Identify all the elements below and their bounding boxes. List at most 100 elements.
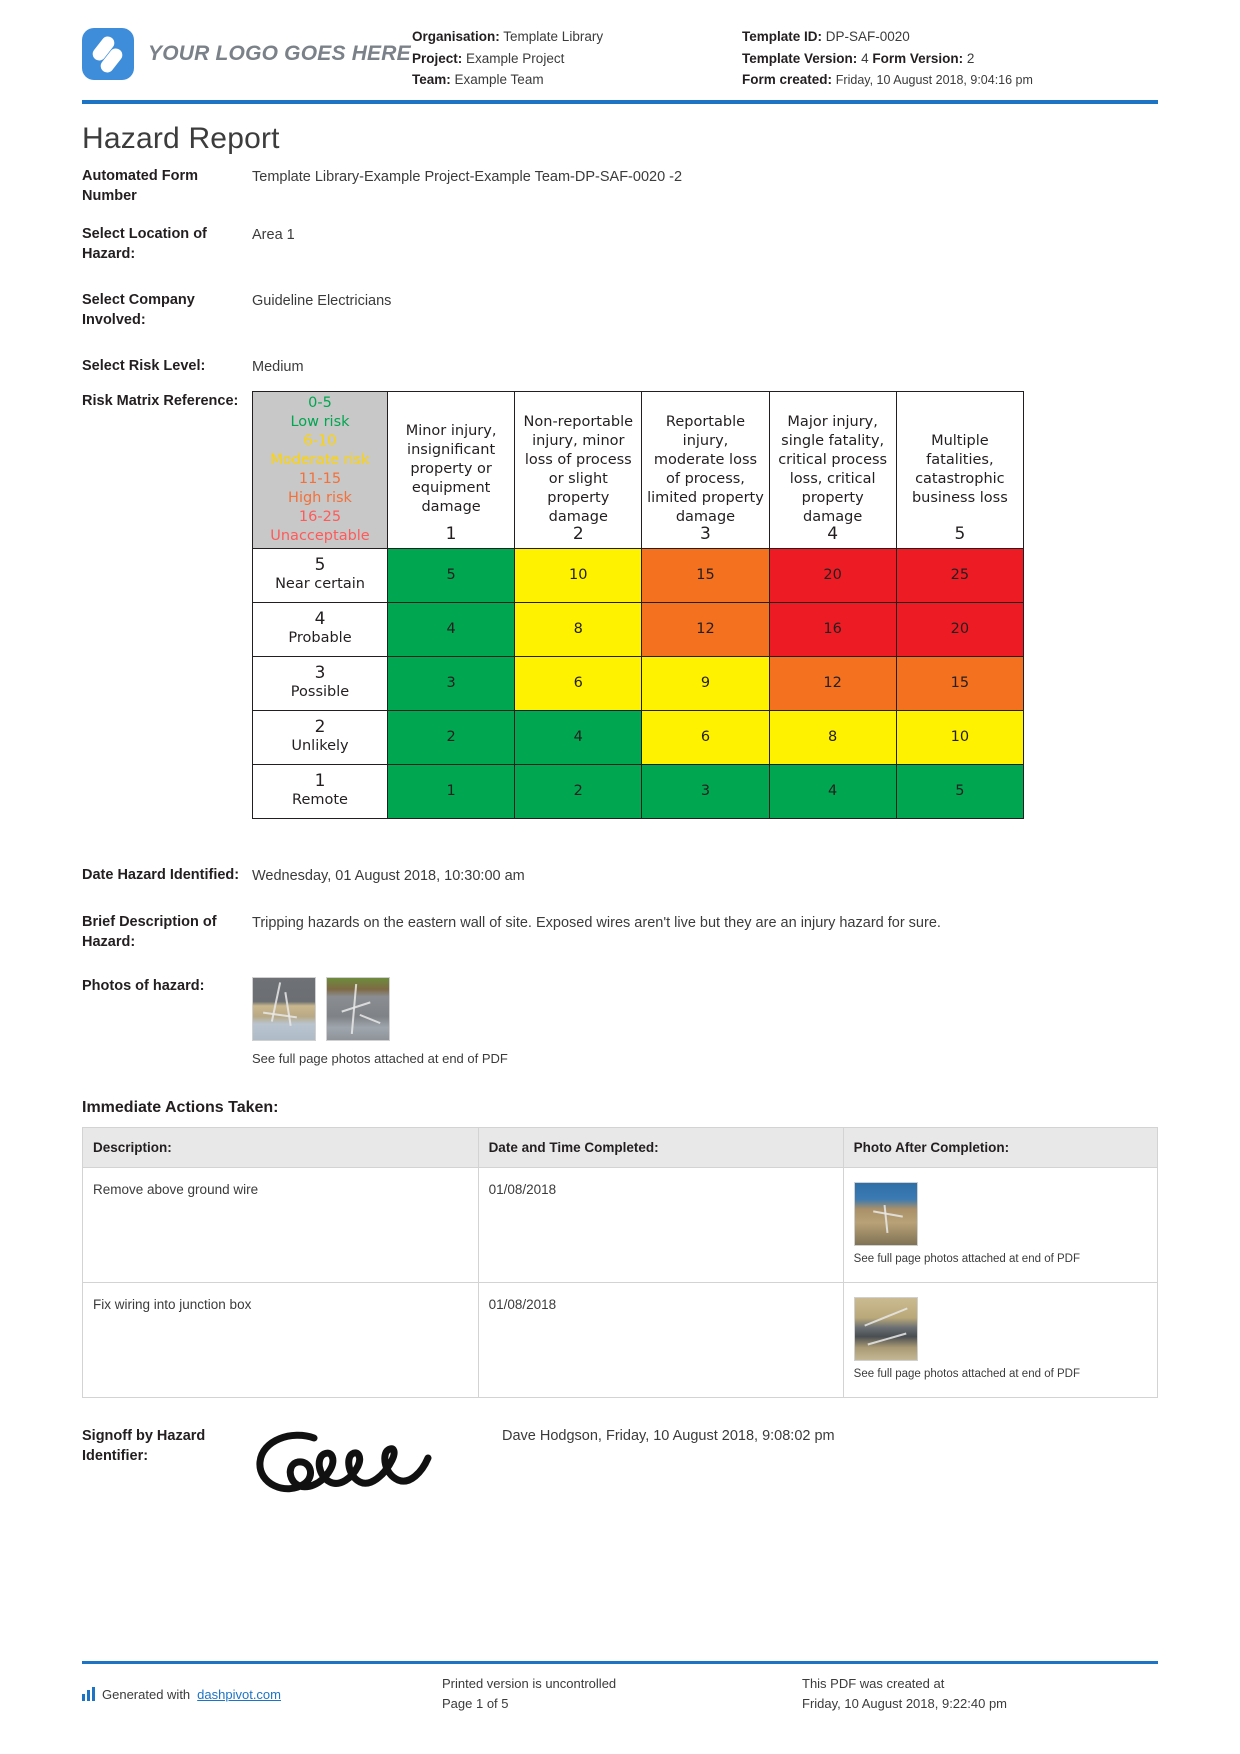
meta-project-label: Project: [412,50,463,66]
dashpivot-logo-icon [82,1687,95,1701]
page-title: Hazard Report [82,121,280,155]
matrix-cell: 4 [514,709,643,765]
legend-text-unacceptable: Unacceptable [270,527,370,544]
action-date: 01/08/2018 [477,1166,844,1283]
legend-range-moderate: 6-10 [303,432,337,449]
field-photos-of-hazard: Photos of hazard: See full page photos a… [82,976,1158,1069]
footer-created-at-value: Friday, 10 August 2018, 9:22:40 pm [802,1696,1008,1711]
field-label: Brief Description of Hazard: [82,913,217,950]
column-header-desc: Major injury, single fatality, critical … [778,413,888,525]
immediate-actions-table: Description: Date and Time Completed: Ph… [82,1126,1159,1398]
field-automated-form-number: Automated Form Number Template Library-E… [82,166,1158,206]
meta-form-version-label: Form Version: [872,50,964,66]
legend-range-high: 11-15 [298,470,342,487]
header-meta-right: Template ID: DP-SAF-0020 Template Versio… [742,22,1158,92]
field-label: Automated Form Number [82,167,198,204]
field-date-hazard-identified: Date Hazard Identified: Wednesday, 01 Au… [82,865,1158,886]
company-logo-icon [82,28,134,80]
matrix-row: 3 Possible 3 6 9 12 15 [252,655,1025,711]
matrix-row-header: 3 Possible [252,655,388,711]
matrix-cell: 5 [386,547,516,603]
footer-uncontrolled-text: Printed version is uncontrolled [442,1676,617,1691]
matrix-row: 4 Probable 4 8 12 16 20 [252,601,1025,657]
action-photo-cell: See full page photos attached at end of … [842,1281,1159,1398]
dashpivot-link[interactable]: dashpivot.com [197,1687,281,1702]
risk-legend-cell: 0-5 Low risk 6-10 Moderate risk 11-15 Hi… [252,390,388,549]
footer-generated-prefix: Generated with [102,1686,191,1702]
matrix-cell: 20 [895,601,1025,657]
meta-template-id-label: Template ID: [742,29,823,44]
hazard-photo-thumbnail[interactable] [252,976,316,1041]
legend-text-high: High risk [288,489,352,506]
signoff-section: Signoff by Hazard Identifier: Dave Hodgs… [82,1426,1158,1511]
matrix-column-header-5: Multiple fatalities, catastrophic busine… [895,390,1025,549]
action-photo-thumbnail[interactable] [853,1296,918,1361]
table-row: Remove above ground wire 01/08/2018 See … [82,1166,1159,1283]
meta-organisation-label: Organisation: [412,29,500,44]
actions-header-row: Description: Date and Time Completed: Ph… [82,1126,1159,1168]
matrix-row-header: 5 Near certain [252,547,388,603]
risk-matrix-wrap: 0-5 Low risk 6-10 Moderate risk 11-15 Hi… [252,390,1158,819]
signature-image [252,1426,502,1511]
matrix-cell: 3 [641,763,770,819]
matrix-row-header: 2 Unlikely [252,709,388,765]
actions-col-description: Description: [82,1126,479,1168]
matrix-row: 2 Unlikely 2 4 6 8 10 [252,709,1025,765]
footer-created-at: This PDF was created at Friday, 10 Augus… [802,1674,1158,1714]
matrix-cell: 4 [386,601,516,657]
action-photo-thumbnail[interactable] [853,1181,918,1246]
field-value: Guideline Electricians [252,292,392,309]
matrix-cell: 25 [895,547,1025,603]
meta-project: Project: Example Project [412,48,742,70]
header-divider [82,99,1158,104]
meta-template-id: Template ID: DP-SAF-0020 [742,26,1158,48]
row-header-num: 3 [314,663,326,683]
matrix-row: 1 Remote 1 2 3 4 5 [252,763,1025,819]
logo-block: YOUR LOGO GOES HERE [82,22,412,80]
document-footer: Generated with dashpivot.com Printed ver… [82,1661,1158,1714]
document-body: Hazard Report Automated Form Number Temp… [0,122,1240,1511]
meta-form-created: Form created: Friday, 10 August 2018, 9:… [742,69,1158,92]
column-header-desc: Minor injury, insignificant property or … [405,423,497,515]
signoff-value: Dave Hodgson, Friday, 10 August 2018, 9:… [502,1427,835,1444]
row-header-num: 4 [314,609,326,629]
footer-divider [82,1661,1158,1664]
field-value: Medium [252,358,304,375]
matrix-column-header-3: Reportable injury, moderate loss of proc… [641,390,770,549]
row-header-label: Unlikely [291,738,349,754]
meta-organisation: Organisation: Template Library [412,26,742,48]
legend-text-moderate: Moderate risk [270,451,370,468]
column-header-num: 1 [445,523,457,544]
matrix-row-header: 1 Remote [252,763,388,819]
matrix-header-row: 0-5 Low risk 6-10 Moderate risk 11-15 Hi… [252,390,1025,549]
logo-placeholder-text: YOUR LOGO GOES HERE [148,42,411,65]
actions-col-date: Date and Time Completed: [477,1126,844,1168]
hazard-report-page: YOUR LOGO GOES HERE Organisation: Templa… [0,0,1240,1754]
meta-organisation-value: Template Library [503,29,604,44]
meta-team: Team: Example Team [412,69,742,91]
matrix-column-header-4: Major injury, single fatality, critical … [768,390,897,549]
action-photo-caption: See full page photos attached at end of … [853,1367,1080,1380]
meta-form-created-value: Friday, 10 August 2018, 9:04:16 pm [835,73,1033,87]
matrix-cell: 9 [641,655,770,711]
signoff-label: Signoff by Hazard Identifier: [82,1427,206,1464]
row-header-num: 2 [314,717,326,737]
matrix-cell: 3 [386,655,516,711]
matrix-cell: 10 [514,547,643,603]
column-header-num: 5 [954,523,966,544]
meta-project-value: Example Project [466,50,565,66]
matrix-column-header-2: Non-reportable injury, minor loss of pro… [514,390,643,549]
field-company-involved: Select Company Involved: Guideline Elect… [82,290,1158,330]
matrix-cell: 15 [895,655,1025,711]
footer-generated-with: Generated with dashpivot.com [82,1674,442,1714]
field-label: Select Risk Level: [82,357,206,374]
row-header-label: Remote [292,792,348,808]
hazard-photo-thumbnail[interactable] [326,976,390,1041]
action-description: Fix wiring into junction box [82,1281,479,1398]
risk-matrix-section: Risk Matrix Reference: 0-5 Low risk 6-10… [82,390,1158,819]
legend-range-low: 0-5 [308,394,332,411]
document-header: YOUR LOGO GOES HERE Organisation: Templa… [0,0,1240,92]
field-label: Photos of hazard: [82,977,205,994]
meta-versions: Template Version: 4 Form Version: 2 [742,48,1158,70]
footer-print-notice: Printed version is uncontrolled Page 1 o… [442,1674,802,1714]
